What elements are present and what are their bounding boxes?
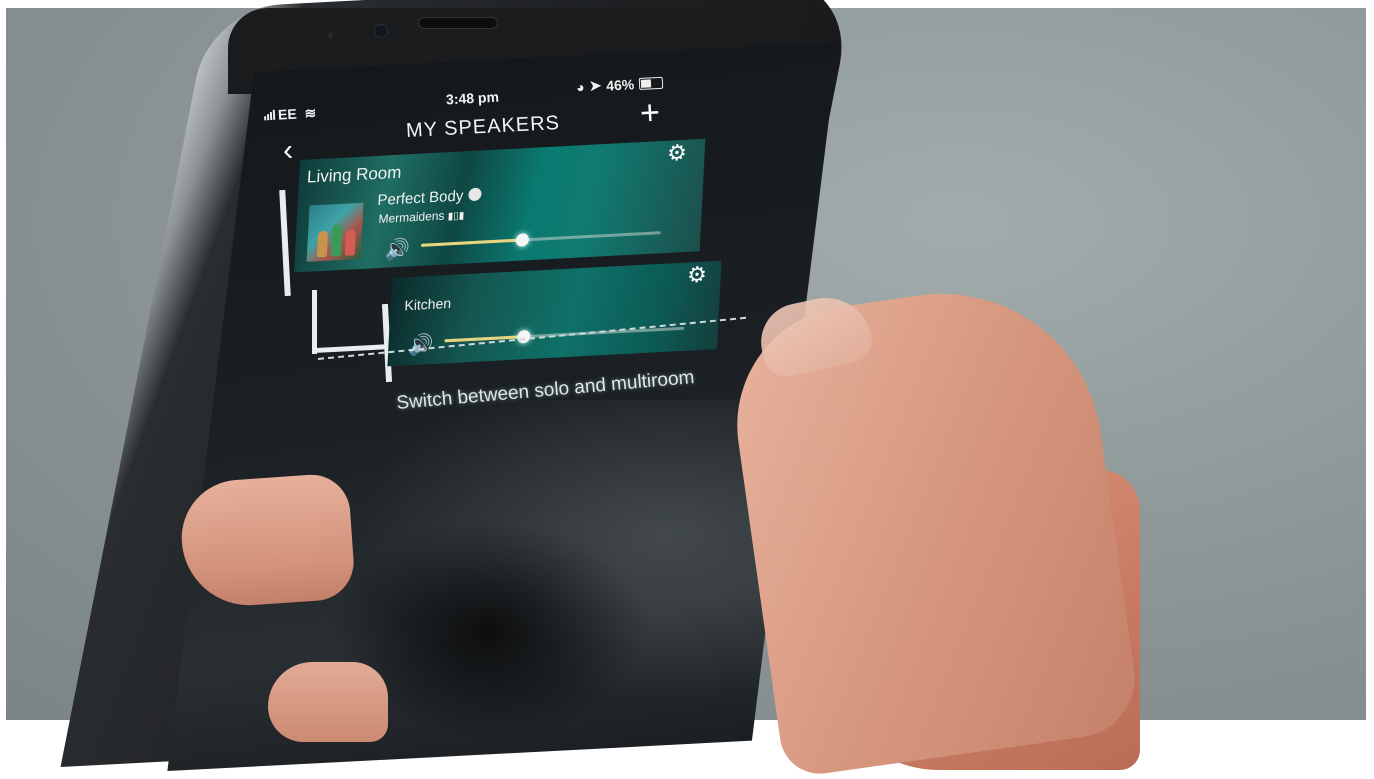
- album-figure: [330, 223, 343, 257]
- signal-icon: [264, 109, 276, 121]
- room-name: Kitchen: [404, 294, 452, 314]
- artist-name-text: Mermaidens: [378, 208, 445, 226]
- speaker-volume-icon[interactable]: 🔊: [384, 236, 410, 262]
- status-time: 3:48 pm: [445, 88, 500, 108]
- track-title-text: Perfect Body: [377, 187, 464, 210]
- status-carrier: EE ≋: [264, 105, 317, 125]
- chevron-left-icon[interactable]: ‹: [282, 134, 294, 168]
- carrier-label: EE: [277, 105, 298, 123]
- speaker-volume-icon[interactable]: 🔊: [408, 332, 434, 358]
- lock-rotation-icon: ◕: [575, 78, 585, 95]
- location-icon: ➤: [589, 76, 602, 94]
- speaker-card-living-room[interactable]: Living Room ⚙ Perfect Body Mermaidens ▮▯…: [294, 138, 706, 273]
- battery-percent: 46%: [605, 75, 635, 94]
- speaker-card-kitchen[interactable]: Kitchen ⚙ 🔊: [387, 260, 722, 367]
- album-figure: [344, 229, 357, 256]
- battery-icon: [638, 76, 664, 90]
- sensor-icon: [328, 33, 333, 38]
- room-name: Living Room: [306, 162, 402, 187]
- volume-knob[interactable]: [515, 233, 530, 247]
- gear-icon[interactable]: ⚙: [666, 140, 687, 167]
- equalizer-icon: ▮▯▮: [447, 210, 465, 223]
- track-title: Perfect Body: [377, 187, 482, 210]
- group-line-vertical-lower: [312, 290, 317, 354]
- spotify-icon: [468, 187, 482, 202]
- album-art: [306, 202, 364, 262]
- gear-icon[interactable]: ⚙: [686, 261, 708, 288]
- volume-fill: [420, 238, 522, 247]
- earpiece-icon: [418, 17, 498, 29]
- artist-name: Mermaidens ▮▯▮: [378, 207, 465, 226]
- plus-icon[interactable]: +: [639, 94, 661, 134]
- finger: [268, 662, 388, 742]
- front-camera-icon: [374, 24, 388, 38]
- album-figure: [316, 230, 329, 258]
- volume-slider[interactable]: [420, 231, 661, 247]
- wifi-icon: ≋: [304, 104, 317, 122]
